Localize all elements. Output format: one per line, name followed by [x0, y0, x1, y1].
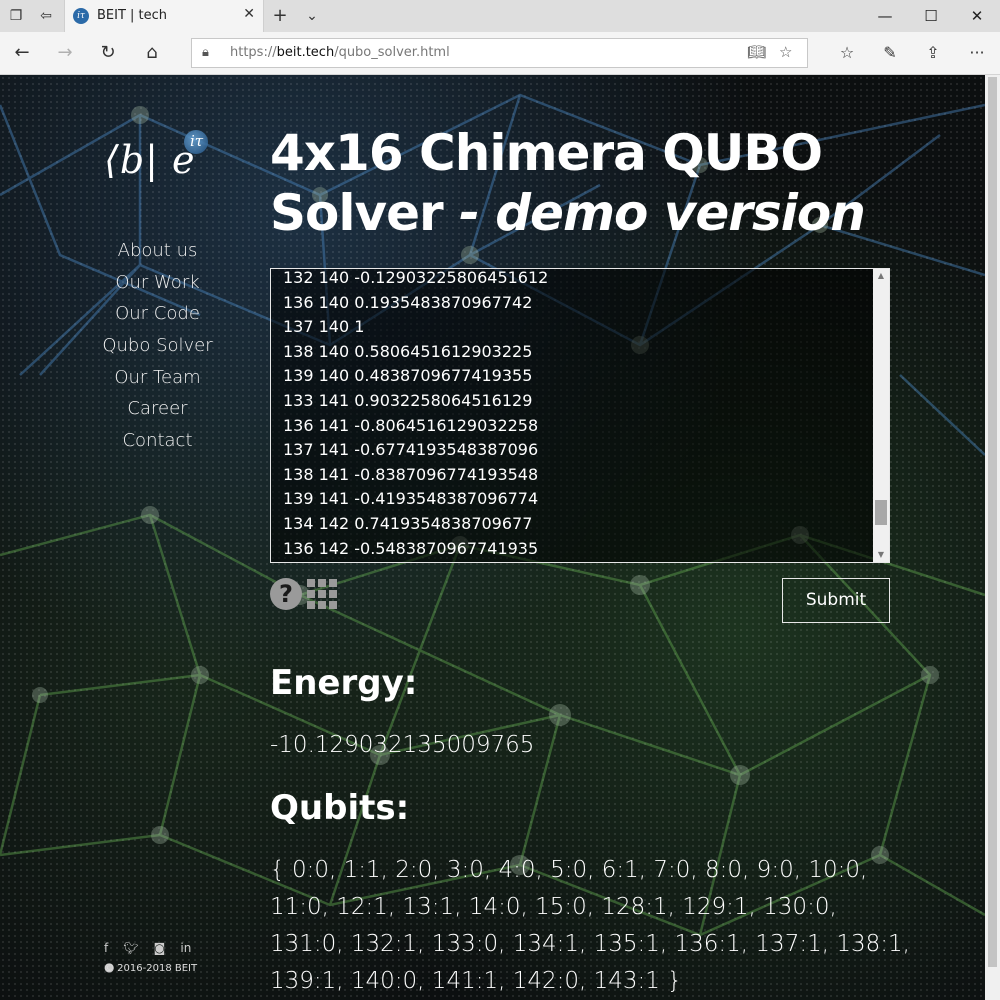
editor-line: 139 141 -0.4193548387096774 — [283, 489, 539, 509]
sidebar-item-qubo-solver[interactable]: Qubo Solver — [60, 335, 255, 367]
beit-logo[interactable]: ⟨b| e iτ — [104, 130, 214, 190]
page-title-subtitle: - demo version — [442, 184, 866, 242]
browser-tab[interactable]: iτ BEIT | tech ✕ — [64, 0, 264, 32]
url-text[interactable]: https://beit.tech/qubo_solver.html — [230, 45, 450, 60]
qubo-input-textarea[interactable]: 132 140 -0.12903225806451612 136 140 0.19… — [270, 268, 890, 563]
tabs-aside-icon[interactable]: ⇦ — [36, 6, 56, 26]
editor-line: 136 140 0.1935483870967742 — [283, 292, 533, 312]
copyright-text: © 2016-2018 BEIT — [104, 963, 198, 974]
forward-arrow-icon[interactable]: → — [51, 40, 79, 66]
browser-tab-bar: ❐ ⇦ iτ BEIT | tech ✕ + ⌄ — ☐ ✕ — [0, 0, 1000, 32]
page-scroll-thumb[interactable] — [988, 77, 997, 967]
editor-line: 137 141 -0.6774193548387096 — [283, 440, 539, 460]
more-options-icon[interactable]: ··· — [964, 41, 990, 65]
favorite-star-icon[interactable]: ☆ — [779, 43, 792, 61]
home-icon[interactable]: ⌂ — [138, 40, 166, 66]
social-links: f 🐦︎ ◙ in ● — [104, 937, 219, 974]
browser-nav-bar: ← → ↻ ⌂ 🔒︎ https://beit.tech/qubo_solver… — [0, 32, 1000, 75]
minimize-icon[interactable]: — — [870, 4, 900, 28]
energy-value: -10.129032135009765 — [270, 732, 535, 758]
address-bar[interactable]: 🔒︎ https://beit.tech/qubo_solver.html 📖︎… — [191, 38, 808, 68]
scroll-down-arrow-icon[interactable]: ▼ — [873, 548, 889, 562]
energy-heading: Energy: — [270, 663, 418, 703]
editor-line: 136 142 -0.5483870967741935 — [283, 538, 539, 558]
editor-line: 133 141 0.9032258064516129 — [283, 390, 533, 410]
tab-preview-chevron-down-icon[interactable]: ⌄ — [302, 6, 322, 26]
refresh-icon[interactable]: ↻ — [94, 40, 122, 66]
textarea-scroll-thumb[interactable] — [875, 500, 887, 525]
grid-icon[interactable] — [307, 579, 337, 609]
sidebar-item-contact[interactable]: Contact — [60, 430, 255, 462]
page-scrollbar[interactable] — [985, 75, 1000, 1000]
favorites-hub-icon[interactable]: ☆ — [834, 41, 860, 65]
logo-text: ⟨b| e — [104, 138, 196, 182]
close-tab-icon[interactable]: ✕ — [243, 6, 255, 22]
lock-icon: 🔒︎ — [202, 45, 209, 60]
site-favicon-icon: iτ — [73, 8, 89, 24]
editor-line: 134 142 0.7419354838709677 — [283, 513, 533, 533]
editor-line: 132 140 -0.12903225806451612 — [283, 268, 549, 287]
web-note-pen-icon[interactable]: ✎ — [877, 41, 903, 65]
sidebar-item-our-work[interactable]: Our Work — [60, 272, 255, 304]
back-arrow-icon[interactable]: ← — [8, 40, 36, 66]
sidebar-item-our-team[interactable]: Our Team — [60, 367, 255, 399]
reading-view-icon[interactable]: 📖︎ — [747, 43, 766, 61]
new-tab-icon[interactable]: + — [270, 6, 290, 26]
close-window-icon[interactable]: ✕ — [962, 4, 992, 28]
qubo-input-lines: 132 140 -0.12903225806451612 136 140 0.19… — [283, 268, 549, 561]
editor-line: 137 140 1 — [283, 317, 365, 337]
textarea-scrollbar[interactable]: ▲ ▼ — [873, 269, 889, 562]
logo-superscript: iτ — [190, 132, 204, 150]
editor-line: 139 140 0.4838709677419355 — [283, 366, 533, 386]
scroll-up-arrow-icon[interactable]: ▲ — [873, 269, 889, 283]
set-aside-tabs-icon[interactable]: ❐ — [6, 6, 26, 26]
page-viewport: ⟨b| e iτ About us Our Work Our Code Qubo… — [0, 75, 985, 1000]
page-title: 4x16 Chimera QUBO Solver - demo version — [270, 123, 910, 243]
sidebar-menu: About us Our Work Our Code Qubo Solver O… — [60, 240, 255, 462]
qubits-heading: Qubits: — [270, 788, 410, 828]
facebook-icon[interactable]: f — [104, 941, 108, 955]
editor-line: 138 140 0.5806451612903225 — [283, 341, 533, 361]
share-icon[interactable]: ⇪ — [920, 41, 946, 65]
sidebar-item-career[interactable]: Career — [60, 398, 255, 430]
qubits-value: { 0:0, 1:1, 2:0, 3:0, 4:0, 5:0, 6:1, 7:0… — [270, 857, 910, 994]
help-question-icon[interactable]: ? — [270, 578, 302, 610]
submit-button[interactable]: Submit — [782, 578, 890, 623]
tab-title: BEIT | tech — [97, 8, 168, 23]
sidebar-item-our-code[interactable]: Our Code — [60, 303, 255, 335]
editor-line: 138 141 -0.8387096774193548 — [283, 464, 539, 484]
linkedin-icon[interactable]: in — [180, 941, 191, 955]
sidebar-item-about-us[interactable]: About us — [60, 240, 255, 272]
instagram-icon[interactable]: ◙ — [154, 941, 166, 955]
twitter-icon[interactable]: 🐦︎ — [123, 941, 138, 955]
maximize-icon[interactable]: ☐ — [916, 4, 946, 28]
editor-line: 136 141 -0.8064516129032258 — [283, 415, 539, 435]
